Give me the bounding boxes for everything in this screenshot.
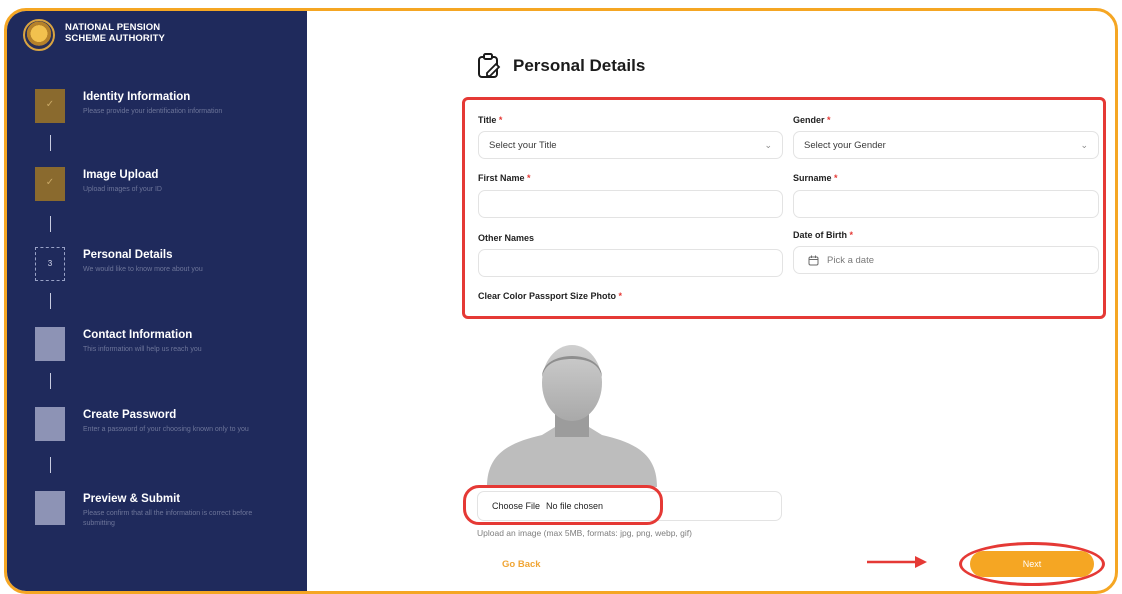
step-connector: [50, 373, 51, 389]
brand-line-2: SCHEME AUTHORITY: [65, 33, 165, 44]
step-number: 3: [35, 247, 65, 281]
first-name-label-text: First Name: [478, 173, 525, 183]
step-preview-submit[interactable]: Preview & Submit Please confirm that all…: [35, 491, 295, 535]
step-connector: [50, 135, 51, 151]
title-label: Title *: [478, 115, 502, 125]
date-of-birth-picker[interactable]: Pick a date: [793, 246, 1099, 274]
upload-hint: Upload an image (max 5MB, formats: jpg, …: [477, 528, 692, 538]
required-marker: *: [498, 115, 503, 125]
step-title: Image Upload: [83, 169, 159, 181]
date-of-birth-label: Date of Birth *: [793, 230, 853, 240]
brand-line-1: NATIONAL PENSION: [65, 22, 161, 33]
other-names-label: Other Names: [478, 233, 534, 243]
first-name-label: First Name *: [478, 173, 531, 183]
step-create-password[interactable]: Create Password Enter a password of your…: [35, 407, 295, 451]
sidebar: NATIONAL PENSION SCHEME AUTHORITY Identi…: [7, 11, 307, 591]
clipboard-edit-icon: [478, 53, 501, 78]
required-marker: *: [834, 173, 838, 183]
step-connector: [50, 457, 51, 473]
required-marker: *: [827, 115, 831, 125]
step-connector: [50, 293, 51, 309]
gender-label: Gender *: [793, 115, 831, 125]
gender-select[interactable]: Select your Gender ⌄: [793, 131, 1099, 159]
step-pending-icon: [35, 491, 65, 525]
choose-file-button[interactable]: Choose File: [492, 501, 540, 511]
go-back-link[interactable]: Go Back: [502, 559, 541, 570]
required-marker: *: [618, 291, 623, 301]
surname-label: Surname *: [793, 173, 838, 183]
chevron-down-icon: ⌄: [764, 140, 772, 150]
required-marker: *: [849, 230, 854, 240]
step-title: Create Password: [83, 409, 177, 421]
photo-file-input[interactable]: Choose File No file chosen: [477, 491, 782, 521]
file-status: No file chosen: [546, 501, 604, 511]
gender-label-text: Gender: [793, 115, 825, 125]
npsa-logo: [23, 19, 55, 51]
person-silhouette-icon: [487, 345, 657, 487]
step-description: Upload images of your ID: [83, 186, 162, 193]
gender-select-value: Select your Gender: [804, 139, 886, 151]
main-content: Personal Details Title * Select your Tit…: [307, 11, 1115, 591]
personal-details-form: Title * Select your Title ⌄ Gender * Sel…: [462, 97, 1106, 319]
avatar-placeholder: [487, 337, 657, 487]
date-of-birth-label-text: Date of Birth: [793, 230, 847, 240]
chevron-down-icon: ⌄: [1080, 140, 1088, 150]
step-description: This information will help us reach you: [83, 346, 202, 353]
step-title: Identity Information: [83, 91, 191, 103]
surname-label-text: Surname: [793, 173, 832, 183]
surname-input[interactable]: [793, 190, 1099, 218]
step-description: Please confirm that all the information …: [83, 510, 253, 527]
step-connector: [50, 216, 51, 232]
required-marker: *: [527, 173, 531, 183]
step-identity-information[interactable]: Identity Information Please provide your…: [35, 89, 295, 133]
other-names-input[interactable]: [478, 249, 783, 277]
step-personal-details[interactable]: 3 Personal Details We would like to know…: [35, 247, 295, 291]
date-of-birth-placeholder: Pick a date: [827, 254, 874, 266]
app-frame: NATIONAL PENSION SCHEME AUTHORITY Identi…: [4, 8, 1118, 594]
step-description: Enter a password of your choosing known …: [83, 426, 249, 433]
photo-label: Clear Color Passport Size Photo *: [478, 291, 622, 301]
brand-name: NATIONAL PENSION SCHEME AUTHORITY: [65, 22, 165, 44]
brand: NATIONAL PENSION SCHEME AUTHORITY: [23, 19, 165, 51]
step-contact-information[interactable]: Contact Information This information wil…: [35, 327, 295, 371]
step-description: We would like to know more about you: [83, 266, 203, 273]
title-label-text: Title: [478, 115, 497, 125]
arrow-right-icon: [867, 556, 927, 568]
step-complete-icon: [35, 89, 65, 123]
title-select-value: Select your Title: [489, 139, 557, 151]
title-select[interactable]: Select your Title ⌄: [478, 131, 783, 159]
other-names-label-text: Other Names: [478, 233, 535, 243]
page-title: Personal Details: [513, 56, 646, 75]
step-description: Please provide your identification infor…: [83, 108, 223, 115]
step-complete-icon: [35, 167, 65, 201]
calendar-icon: [808, 255, 819, 265]
first-name-input[interactable]: [478, 190, 783, 218]
photo-label-text: Clear Color Passport Size Photo: [478, 291, 617, 301]
step-pending-icon: [35, 327, 65, 361]
step-pending-icon: [35, 407, 65, 441]
next-button[interactable]: Next: [970, 551, 1094, 577]
step-title: Contact Information: [83, 329, 193, 341]
page-header: Personal Details: [477, 53, 645, 79]
step-title: Personal Details: [83, 249, 173, 261]
step-title: Preview & Submit: [83, 493, 181, 505]
step-image-upload[interactable]: Image Upload Upload images of your ID: [35, 167, 295, 211]
